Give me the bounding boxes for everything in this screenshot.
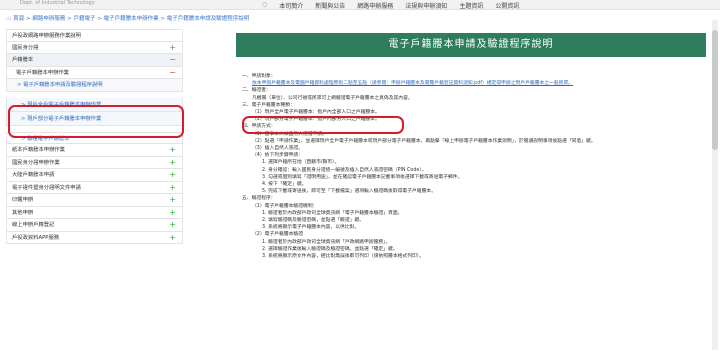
nav-about[interactable]: 本司簡介: [279, 1, 303, 10]
list-item: 3. 勾選或個別填寫「證明用途」，並在確認電子戶籍謄本記載事項後選擇下載或寄送電…: [262, 174, 463, 180]
scrollbar-thumb[interactable]: [712, 30, 718, 150]
sidebar-item-seal[interactable]: 印鑑申辦 +: [6, 194, 183, 207]
sidebar-item-electronic-certificate[interactable]: 電子證件暨身分證明文件申請 +: [6, 181, 183, 195]
expand-plus-icon[interactable]: +: [169, 182, 176, 195]
list-item: 2. 身分確認：輸入國民身分證統一編號及插入自然人憑證密碼（PIN Code）。: [262, 167, 427, 173]
main-content: 電子戶籍謄本申請及驗證程序說明 一、申請對象： 依本申辦戶籍謄本及電腦戶籍資料處…: [236, 33, 706, 260]
expand-plus-icon[interactable]: +: [169, 157, 176, 170]
nav-regulations[interactable]: 法規與申辦須知: [405, 1, 447, 10]
paragraph: 凡機關（單位）、公司行號或民眾可上網驗證電子戶籍謄本之真偽及其內容。: [252, 95, 413, 101]
list-item: 1. 驗證者於內政部戶政司全球資訊網「戶政網路申辦服務」。: [262, 239, 391, 245]
sidebar-item-instructions[interactable]: 戶役政網路申辦服務作業說明: [6, 29, 183, 42]
sidebar-item-application-procedure[interactable]: > 電子戶籍謄本申請及驗證程序說明: [6, 79, 183, 92]
nav-public-info[interactable]: 公開資訊: [495, 1, 519, 10]
expand-plus-icon[interactable]: +: [169, 232, 176, 245]
list-item: （3）插入自然人憑證。: [252, 146, 304, 152]
list-item: （2）電子戶籍謄本驗證: [252, 232, 304, 238]
list-item: 2. 填寫驗證碼及驗證密碼，並點選「驗證」鍵。: [262, 218, 365, 224]
sidebar-item-household-transcript[interactable]: 戶籍謄本 −: [6, 54, 183, 67]
article-body: 一、申請對象： 依本申辦戶籍謄本及電腦戶籍資料處理原則二點至五點（請參閱：申辦戶…: [236, 73, 706, 260]
list-item: （1）電子戶籍謄本驗證機制：: [252, 203, 318, 209]
top-bar: Dept. of Industrial Technology ○ 本司簡介 新聞…: [0, 0, 720, 10]
list-item: 1. 選擇戶籍所在地（直轄市/縣市）。: [262, 160, 340, 166]
paragraph[interactable]: 依本申辦戶籍謄本及電腦戶籍資料處理原則二點至五點（請參閱：申辦戶籍謄本及閱覽戶籍…: [242, 80, 706, 87]
expand-plus-icon[interactable]: +: [169, 194, 176, 207]
section-heading: 三、電子戶籍謄本種類：: [242, 102, 295, 108]
top-nav: ○ 本司簡介 新聞與公告 網路申辦服務 法規與申辦須知 主題資訊 公開資訊: [262, 1, 520, 10]
nav-topics[interactable]: 主題資訊: [459, 1, 483, 10]
section-heading: 二、驗證者：: [242, 88, 271, 94]
list-item: 3. 系統將顯示電子戶籍謄本內容，以供比對。: [262, 225, 360, 231]
section-heading: 五、驗證程序：: [242, 196, 276, 202]
section-heading: 一、申請對象：: [242, 74, 276, 79]
sidebar-item-other[interactable]: 其他申辦 +: [6, 206, 183, 220]
nav-news[interactable]: 新聞與公告: [315, 1, 345, 10]
highlight-box-content: [242, 116, 404, 134]
sidebar-item-id-card[interactable]: 國民身分證 +: [6, 41, 183, 55]
collapse-minus-icon[interactable]: −: [169, 67, 176, 80]
expand-plus-icon[interactable]: +: [169, 219, 176, 232]
expand-plus-icon[interactable]: +: [169, 169, 176, 182]
sidebar-item-mainland-transcript[interactable]: 大陸戶籍謄本申請 +: [6, 169, 183, 182]
highlight-box-sidebar: [8, 105, 184, 138]
sidebar-item-electronic-transcript[interactable]: 電子戶籍謄本申辦作業 −: [6, 66, 183, 80]
expand-plus-icon[interactable]: +: [169, 144, 176, 157]
scrollbar[interactable]: [712, 20, 718, 350]
list-item: （4）依下列步驟申請：: [252, 153, 304, 159]
sidebar-item-app-service[interactable]: 戶役政資料APP服務 +: [6, 231, 183, 245]
list-item: 3. 系統將顯示原文件內容，經比對無誤後即可列印（請依照謄本格式列印）。: [262, 254, 425, 260]
list-item: 2. 選擇驗證作業後輸入驗證碼及驗證密碼，並點選「確定」鍵。: [262, 246, 398, 252]
sidebar-item-id-card-application[interactable]: 國民身分證申辦作業 +: [6, 156, 183, 170]
breadcrumb[interactable]: ::: 首頁 > 網路申辦服務 > 戶籍電子 > 電子戶籍謄本申辦作業 > 電子…: [6, 14, 249, 22]
collapse-minus-icon[interactable]: −: [169, 54, 176, 67]
expand-plus-icon[interactable]: +: [169, 207, 176, 220]
list-item: 5. 完成下載或寄送後，即可至「下載檔案」選項輸入驗證碼後取得電子戶籍謄本。: [262, 189, 436, 195]
list-item: 4. 按下「確定」鍵。: [262, 182, 307, 188]
nav-online-services[interactable]: 網路申辦服務: [357, 1, 393, 10]
list-item: （2）點選「申請作業」，並選擇現戶全戶電子戶籍謄本或現戶部分電子戶籍謄本，再點擊…: [252, 138, 596, 144]
site-small-text: Dept. of Industrial Technology: [20, 0, 95, 6]
sidebar-item-online-registration[interactable]: 線上申辦戶籍登記 +: [6, 219, 183, 232]
sidebar-item-paper-transcript[interactable]: 紙本戶籍謄本申辦作業 +: [6, 144, 183, 157]
list-item: 1. 驗證者於內政部戶政司全球資訊網「電子戶籍謄本驗證」頁面。: [262, 210, 403, 216]
page-title: 電子戶籍謄本申請及驗證程序說明: [236, 33, 706, 57]
expand-plus-icon[interactable]: +: [169, 42, 176, 55]
